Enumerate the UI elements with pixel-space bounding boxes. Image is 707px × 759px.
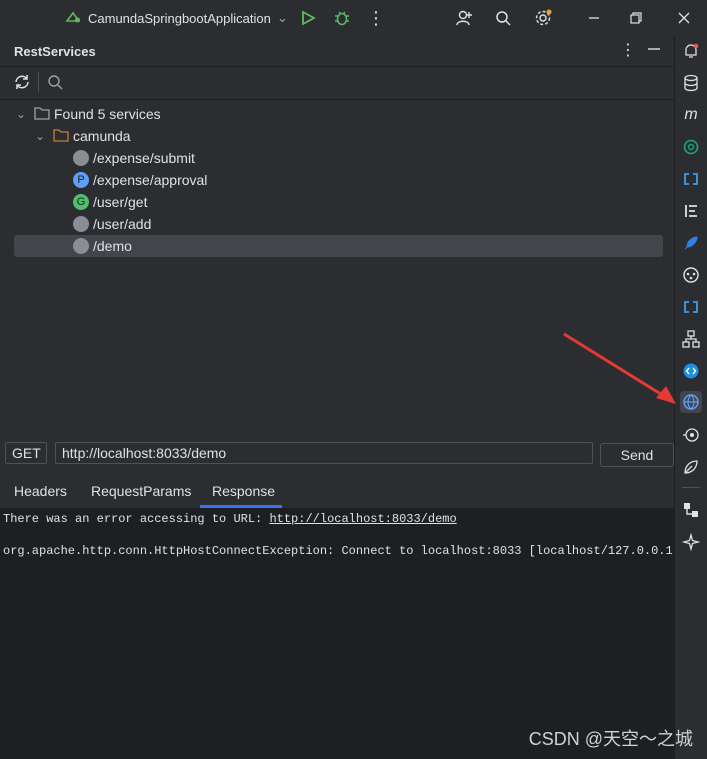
service-path: /user/add [93, 216, 152, 232]
response-url-link[interactable]: http://localhost:8033/demo [269, 512, 456, 526]
hide-panel-icon[interactable] [646, 42, 662, 59]
leaf-icon[interactable] [680, 456, 702, 478]
service-path: /expense/submit [93, 150, 195, 166]
service-path: /demo [93, 238, 132, 254]
active-tab-indicator [200, 505, 282, 508]
panel-toolbar [0, 66, 674, 100]
search-icon[interactable] [489, 4, 517, 32]
response-line-2: org.apache.http.conn.HttpHostConnectExce… [3, 544, 674, 558]
database-icon[interactable] [680, 72, 702, 94]
code-brackets-icon[interactable] [680, 296, 702, 318]
run-config-label: CamundaSpringbootApplication [88, 10, 271, 26]
annotation-arrow [563, 332, 676, 404]
endpoints-icon[interactable] [680, 424, 702, 446]
service-item[interactable]: /expense/submit [73, 147, 195, 169]
debug-icon[interactable] [328, 4, 356, 32]
method-badge-icon [73, 238, 89, 254]
plugin-icon[interactable] [680, 264, 702, 286]
hierarchy-icon[interactable] [680, 328, 702, 350]
restore-window-icon[interactable] [622, 4, 650, 32]
minimize-window-icon[interactable] [580, 4, 608, 32]
method-badge-icon: G [73, 194, 89, 210]
strip-divider [682, 487, 700, 488]
run-icon[interactable] [294, 4, 322, 32]
tab-headers[interactable]: Headers [14, 476, 67, 506]
toolbar-divider [38, 72, 39, 92]
service-item[interactable]: /user/add [73, 213, 151, 235]
send-button[interactable]: Send [600, 443, 674, 467]
ai-assistant-icon[interactable] [680, 136, 702, 158]
sparkle-icon[interactable] [680, 531, 702, 553]
add-user-icon[interactable] [450, 4, 478, 32]
notifications-bell-icon[interactable] [680, 40, 702, 62]
module-folder-icon [53, 128, 69, 145]
service-path: /expense/approval [93, 172, 208, 188]
tree-root-label: Found 5 services [54, 106, 161, 122]
watermark-text: CSDN @天空～之城 [528, 729, 693, 749]
services-icon[interactable] [680, 499, 702, 521]
feather-icon[interactable] [680, 232, 702, 254]
tab-request-params[interactable]: RequestParams [91, 476, 191, 506]
panel-options-icon[interactable]: ⋮ [620, 40, 636, 60]
rest-services-globe-icon[interactable] [680, 391, 702, 413]
response-error-text: There was an error accessing to URL: [3, 512, 270, 526]
tab-response[interactable]: Response [212, 476, 275, 506]
tree-root[interactable]: ⌄ Found 5 services [16, 103, 161, 125]
method-badge-icon: P [73, 172, 89, 188]
run-config-selector[interactable]: CamundaSpringbootApplication ⌄ [64, 8, 288, 28]
close-window-icon[interactable] [670, 4, 698, 32]
service-item[interactable]: P /expense/approval [73, 169, 207, 191]
chevron-down-icon: ⌄ [16, 107, 27, 121]
filter-search-icon[interactable] [47, 74, 63, 93]
chevron-down-icon: ⌄ [35, 129, 46, 143]
maven-icon[interactable]: m [680, 104, 702, 126]
url-input[interactable]: http://localhost:8033/demo [55, 442, 593, 464]
response-line-1: There was an error accessing to URL: htt… [3, 512, 457, 526]
more-vertical-icon[interactable]: ⋮ [362, 4, 390, 32]
tree-module[interactable]: ⌄ camunda [35, 125, 131, 147]
code-brackets-icon[interactable] [680, 168, 702, 190]
tree-module-label: camunda [73, 128, 131, 144]
chat-code-icon[interactable] [680, 360, 702, 382]
spring-boot-icon [64, 9, 82, 28]
service-path: /user/get [93, 194, 148, 210]
structure-icon[interactable] [680, 200, 702, 222]
settings-gear-icon[interactable] [529, 4, 557, 32]
folder-icon [34, 106, 50, 123]
method-badge-icon [73, 216, 89, 232]
http-method-field[interactable]: GET [5, 442, 47, 464]
chevron-down-icon: ⌄ [276, 10, 288, 25]
service-item-selected[interactable]: /demo [73, 235, 132, 257]
method-badge-icon [73, 150, 89, 166]
refresh-icon[interactable] [13, 73, 31, 94]
panel-title: RestServices [14, 44, 96, 59]
service-item[interactable]: G /user/get [73, 191, 147, 213]
